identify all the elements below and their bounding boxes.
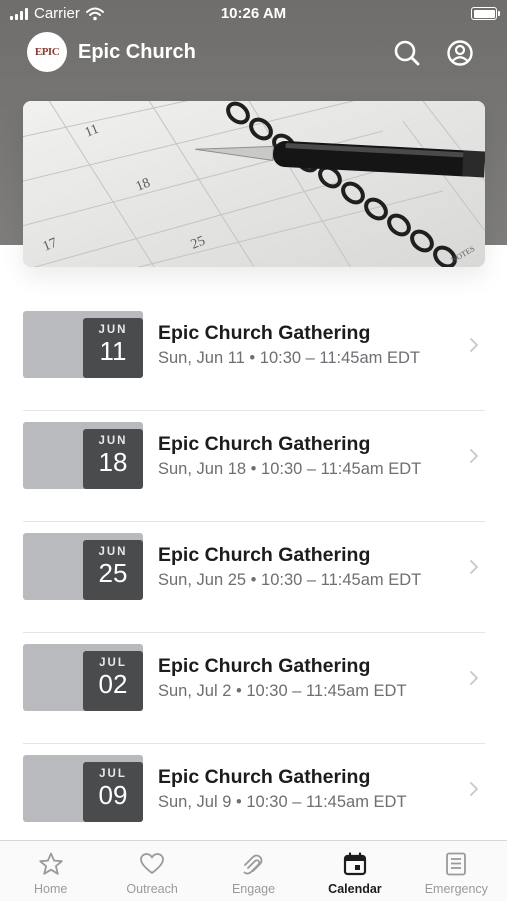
date-day: 18 [98,447,128,477]
star-icon [39,852,63,875]
date-month: JUN [98,435,128,447]
tab-emergency[interactable]: Emergency [406,841,507,901]
chevron-right-icon [470,671,478,685]
notebook-with-pen-photo: 11 18 17 25 NOTES [23,101,485,267]
tab-calendar[interactable]: Calendar [304,841,405,901]
search-icon[interactable] [393,39,421,67]
date-day: 02 [98,669,128,699]
event-title: Epic Church Gathering [158,544,371,566]
event-title: Epic Church Gathering [158,655,371,677]
status-time: 10:26 AM [220,5,287,22]
chevron-right-icon [470,338,478,352]
tab-bar: Home Outreach Engage Calendar Emergency [0,840,507,901]
date-month: JUN [98,546,128,558]
date-badge: JUL 09 [83,762,143,822]
date-month: JUL [99,768,127,780]
event-datetime: Sun, Jul 9 • 10:30 – 11:45am EDT [158,793,407,811]
event-row[interactable]: JUL 09 Epic Church Gathering Sun, Jul 9 … [0,744,507,855]
event-thumbnail: JUN 25 [23,533,143,600]
event-datetime: Sun, Jun 11 • 10:30 – 11:45am EDT [158,349,420,367]
tab-label: Emergency [424,882,488,896]
date-badge: JUN 18 [83,429,143,489]
event-datetime: Sun, Jun 25 • 10:30 – 11:45am EDT [158,571,422,589]
app-header: EPIC Epic Church [0,30,507,76]
chevron-right-icon [470,560,478,574]
event-row[interactable]: JUL 02 Epic Church Gathering Sun, Jul 2 … [0,633,507,744]
date-month: JUL [99,657,127,669]
tab-label: Outreach [126,882,178,896]
chevron-right-icon [470,782,478,796]
date-badge: JUN 25 [83,540,143,600]
event-title: Epic Church Gathering [158,433,371,455]
date-day: 25 [98,558,128,588]
church-logo[interactable]: EPIC [27,32,67,72]
event-title: Epic Church Gathering [158,766,371,788]
engage-icon [243,854,262,875]
event-thumbnail: JUN 18 [23,422,143,489]
date-badge: JUL 02 [83,651,143,711]
date-day: 09 [98,780,128,810]
date-day: 11 [99,336,127,366]
document-icon [446,852,467,876]
event-datetime: Sun, Jun 18 • 10:30 – 11:45am EDT [158,460,422,478]
event-thumbnail: JUL 02 [23,644,143,711]
tab-engage[interactable]: Engage [203,841,304,901]
battery-icon [471,7,500,20]
heart-icon [140,853,165,874]
logo-text: EPIC [34,46,60,58]
tab-label: Home [34,882,68,896]
event-row[interactable]: JUN 25 Epic Church Gathering Sun, Jun 25… [0,522,507,633]
date-badge: JUN 11 [83,318,143,378]
event-datetime: Sun, Jul 2 • 10:30 – 11:45am EDT [158,682,407,700]
app-title: Epic Church [78,41,196,63]
status-bar: Carrier 10:26 AM [0,0,507,28]
tab-label: Calendar [328,882,382,896]
event-thumbnail: JUL 09 [23,755,143,822]
profile-icon[interactable] [446,39,474,67]
tab-outreach[interactable]: Outreach [101,841,202,901]
chevron-right-icon [470,449,478,463]
event-title: Epic Church Gathering [158,322,371,344]
hero-image[interactable]: 11 18 17 25 NOTES [23,101,485,267]
event-row[interactable]: JUN 18 Epic Church Gathering Sun, Jun 18… [0,411,507,522]
date-month: JUN [98,324,128,336]
calendar-icon [343,852,367,876]
event-thumbnail: JUN 11 [23,311,143,378]
event-list: JUN 11 Epic Church Gathering Sun, Jun 11… [0,300,507,855]
event-row[interactable]: JUN 11 Epic Church Gathering Sun, Jun 11… [0,300,507,411]
tab-home[interactable]: Home [0,841,101,901]
tab-label: Engage [231,882,276,896]
